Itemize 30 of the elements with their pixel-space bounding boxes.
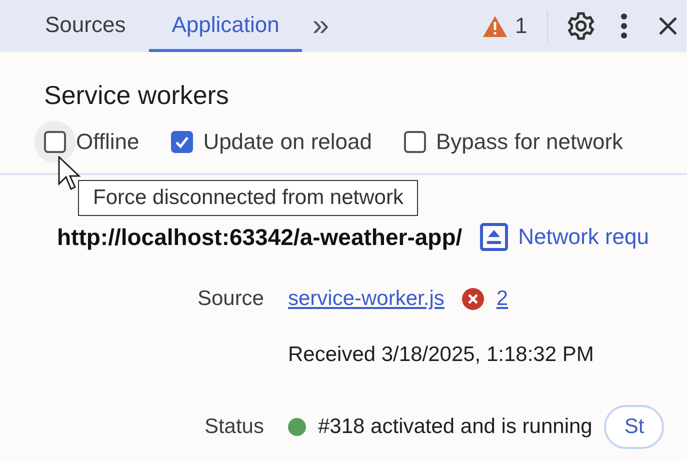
- tab[interactable]: Sources: [22, 0, 149, 52]
- source-file-link[interactable]: service-worker.js: [288, 287, 444, 311]
- checkbox-option[interactable]: Offline: [34, 121, 140, 163]
- received-time: Received 3/18/2025, 1:18:32 PM: [288, 342, 595, 368]
- status-dot: [288, 418, 306, 436]
- worker-url: http://localhost:63342/a-weather-app/: [57, 224, 462, 250]
- cursor-icon: [58, 156, 82, 192]
- warning-icon: [483, 16, 508, 36]
- network-requests-link[interactable]: Network requ: [480, 223, 649, 251]
- more-tabs-button[interactable]: »: [306, 0, 336, 52]
- section-title: Service workers: [44, 80, 230, 111]
- check-icon: [174, 134, 190, 150]
- checkbox[interactable]: [44, 131, 66, 153]
- upload-icon: [480, 223, 508, 251]
- stop-button[interactable]: St: [604, 405, 664, 449]
- checkbox-option[interactable]: Bypass for network: [394, 121, 624, 163]
- checkbox[interactable]: [171, 131, 194, 153]
- tab[interactable]: Application: [148, 0, 302, 52]
- warnings-button[interactable]: 1: [477, 0, 534, 52]
- error-icon: [462, 288, 484, 310]
- settings-icon: [566, 11, 596, 41]
- checkbox-option[interactable]: Update on reload: [161, 121, 372, 163]
- tooltip: Force disconnected from network: [78, 180, 418, 216]
- field-label: Status: [204, 414, 264, 440]
- more-icon: [620, 13, 628, 39]
- close-icon: [658, 16, 678, 36]
- checkbox[interactable]: [404, 131, 426, 153]
- error-count-link[interactable]: 2: [496, 287, 508, 311]
- status-text: #318 activated and is running: [318, 415, 592, 439]
- field-label: Source: [197, 286, 264, 312]
